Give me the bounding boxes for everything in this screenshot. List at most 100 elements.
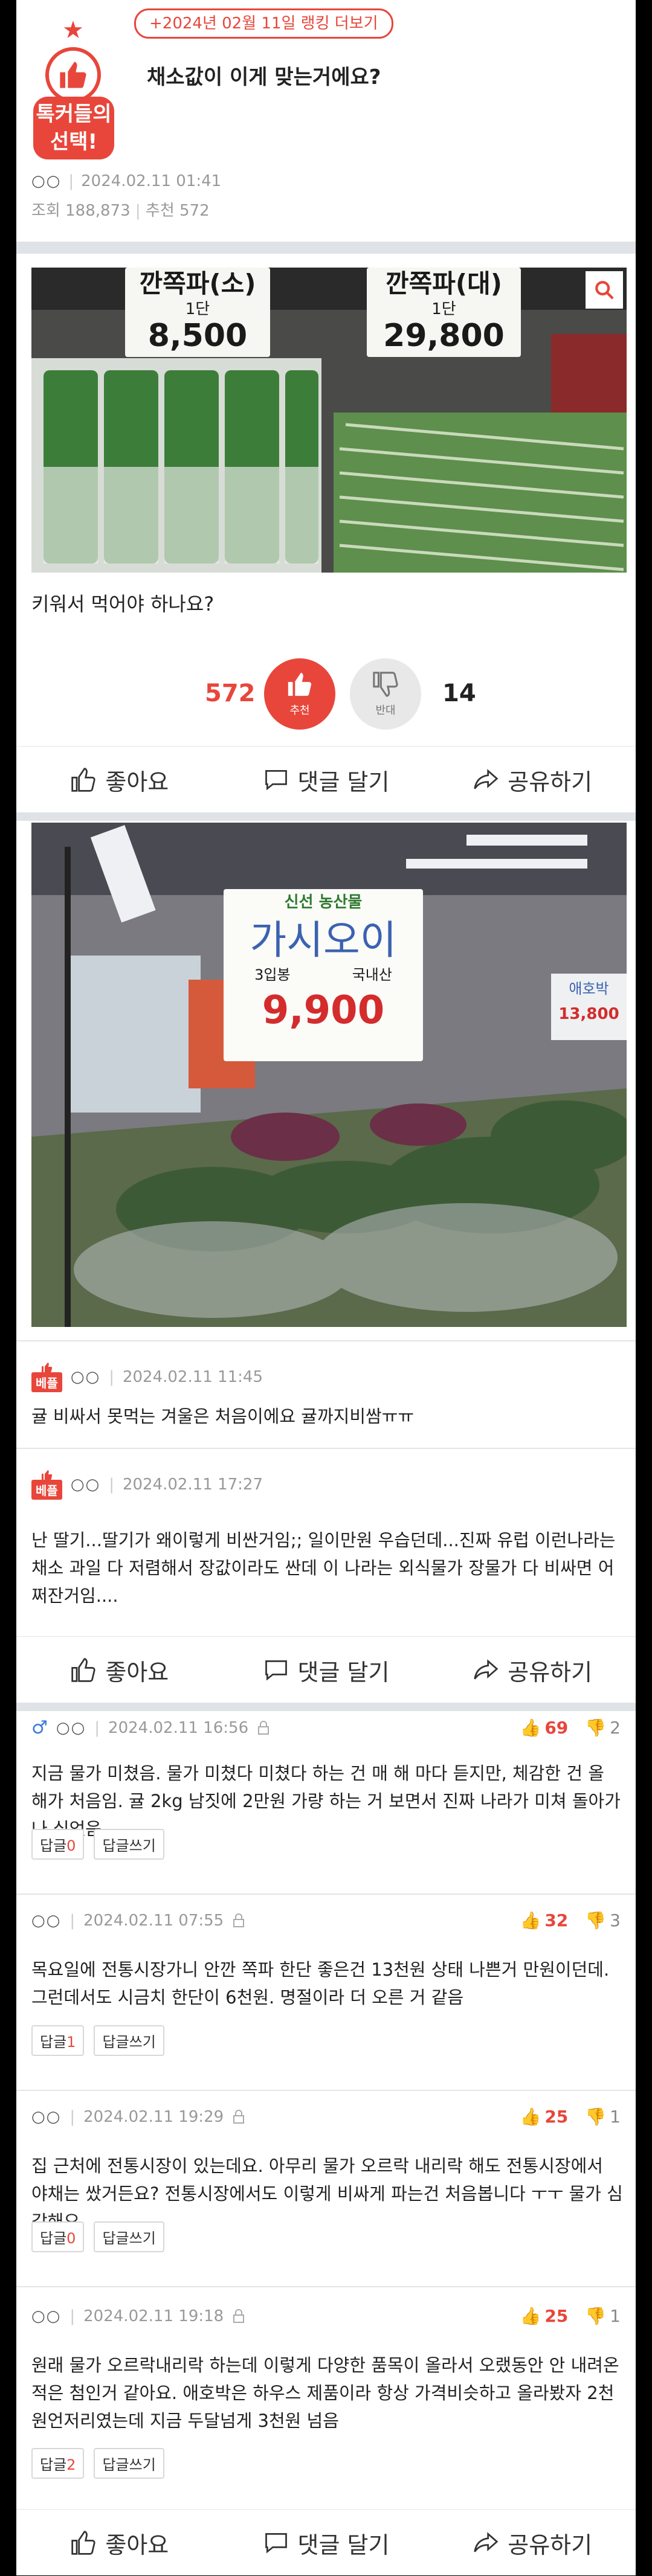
comment-date: 2024.02.11 19:29 (83, 2107, 224, 2126)
lock-icon[interactable] (232, 2109, 245, 2124)
comment-downvote[interactable]: 👎 1 (585, 2306, 621, 2326)
author-nickname[interactable]: ○○ (31, 172, 61, 190)
comment-upvote[interactable]: 👍 25 (520, 2107, 568, 2127)
comment-buttons: 답글1 답글쓰기 (31, 2025, 164, 2056)
action-bar: 좋아요 댓글 달기 공유하기 (16, 746, 636, 813)
comment-text: 원래 물가 오르락내리락 하는데 이렇게 다양한 품목이 올라서 오랬동안 안 … (31, 2355, 619, 2431)
oppose-button[interactable]: 반대 (350, 658, 421, 730)
post-body: 깐쪽파(소) 1단 8,500 깐쪽파(대) 1단 29,800 키워서 먹어야… (16, 254, 636, 812)
comment-button[interactable]: 댓글 달기 (223, 2526, 430, 2560)
comment-nickname[interactable]: ○○ (71, 1476, 100, 1494)
male-icon: ♂ (31, 1717, 48, 1738)
share-button[interactable]: 공유하기 (429, 2526, 636, 2560)
comment-upvote[interactable]: 👍 32 (520, 1910, 568, 1930)
comment-upvote[interactable]: 👍 69 (520, 1718, 568, 1738)
thumbs-up-icon (288, 672, 312, 696)
lock-icon[interactable] (232, 2308, 245, 2324)
write-reply-button[interactable]: 답글쓰기 (94, 2221, 164, 2252)
post-stats: 조회 188,873 | 추천 572 (31, 202, 210, 220)
cucumber-price-sign: 신선 농산물 가시오이 3입봉 국내산 9,900 (224, 889, 423, 1061)
comment-header: ○○ | 2024.02.11 07:55 👍 32 👎 3 (31, 1910, 621, 1930)
share-button[interactable]: 공유하기 (429, 763, 636, 797)
green-onion-photo (31, 268, 627, 573)
thumbs-up-outline-icon (71, 2531, 96, 2555)
thumbs-down-icon (373, 672, 398, 697)
divider (16, 1893, 636, 1895)
reply-count-button[interactable]: 답글0 (31, 1829, 85, 1860)
comment-buttons: 답글0 답글쓰기 (31, 1829, 164, 1860)
like-button[interactable]: 좋아요 (16, 2526, 223, 2560)
best-comments-section: 신선 농산물 가시오이 3입봉 국내산 9,900 애호박 13,800 베플 … (16, 821, 636, 1703)
action-bar: 좋아요 댓글 달기 공유하기 (16, 2509, 636, 2576)
comment-button[interactable]: 댓글 달기 (223, 1654, 430, 1687)
comment-downvote[interactable]: 👎 2 (585, 1718, 621, 1738)
comment-date: 2024.02.11 11:45 (122, 1367, 263, 1386)
comments-section: ♂ ○○ | 2024.02.11 16:56 👍 69 👎 2 지금 물가 미쳤음… (16, 1711, 636, 2575)
star-icon: ★ (62, 16, 84, 44)
thumbs-down-icon: 👎 (585, 2107, 607, 2127)
recommend-count: 572 (205, 679, 256, 707)
comment-date: 2024.02.11 19:18 (83, 2307, 224, 2325)
comment-nickname[interactable]: ○○ (31, 2307, 61, 2325)
page: +2024년 02월 11일 랭킹 더보기 ★ 톡커들의 선택! 채소값이 이게… (16, 0, 636, 2575)
like-button[interactable]: 좋아요 (16, 763, 223, 797)
speech-bubble-icon (265, 1660, 287, 1681)
comment-nickname[interactable]: ○○ (71, 1368, 100, 1386)
thumbs-down-icon: 👎 (585, 1718, 607, 1738)
best-reply-badge: 베플 (31, 1361, 62, 1392)
thumbs-up-icon (42, 1470, 53, 1480)
badge-label: 톡커들의 선택! (33, 97, 114, 159)
post-photo-cucumber[interactable]: 신선 농산물 가시오이 3입봉 국내산 9,900 애호박 13,800 (31, 823, 627, 1327)
talkers-choice-badge: ★ 톡커들의 선택! (28, 18, 119, 163)
comment-nickname[interactable]: ○○ (31, 1912, 61, 1930)
ranking-more-link[interactable]: +2024년 02월 11일 랭킹 더보기 (134, 8, 393, 39)
comment-downvote[interactable]: 👎 3 (585, 1910, 621, 1930)
comment-upvote[interactable]: 👍 25 (520, 2306, 568, 2326)
reply-count-button[interactable]: 답글1 (31, 2025, 85, 2056)
divider (16, 2286, 636, 2287)
best-reply-badge: 베플 (31, 1469, 62, 1500)
comment-button[interactable]: 댓글 달기 (223, 763, 430, 797)
recommend-count-text: 추천 572 (145, 202, 210, 220)
share-arrow-icon (474, 769, 499, 789)
share-arrow-icon (474, 1659, 499, 1680)
zoom-button[interactable] (586, 271, 623, 309)
share-button[interactable]: 공유하기 (429, 1654, 636, 1687)
divider (16, 1448, 636, 1449)
divider (16, 2090, 636, 2091)
comment-nickname[interactable]: ○○ (31, 2108, 61, 2126)
thumbs-up-icon: 👍 (520, 2306, 541, 2326)
divider (16, 812, 636, 821)
thumbs-up-outline-icon (71, 1658, 96, 1682)
post-photo-green-onion[interactable]: 깐쪽파(소) 1단 8,500 깐쪽파(대) 1단 29,800 (31, 268, 627, 573)
thumbs-up-icon: 👍 (520, 1718, 541, 1738)
thumbs-up-icon (42, 1363, 53, 1372)
recommend-button[interactable]: 추천 (264, 658, 335, 730)
side-price-sign: 애호박 13,800 (554, 977, 624, 1037)
best-comment-header: 베플 ○○ | 2024.02.11 17:27 (31, 1469, 263, 1500)
search-icon (595, 281, 614, 300)
post-text: 키워서 먹어야 하나요? (31, 593, 215, 615)
comment-text: 목요일에 전통시장가니 안깐 쪽파 한단 좋은건 13천원 상태 나쁜거 만원이… (31, 1959, 610, 2008)
divider (16, 242, 636, 254)
post-header: +2024년 02월 11일 랭킹 더보기 ★ 톡커들의 선택! 채소값이 이게… (16, 0, 636, 242)
write-reply-button[interactable]: 답글쓰기 (94, 2448, 164, 2479)
thumbs-up-icon (45, 47, 101, 103)
oppose-count: 14 (442, 679, 476, 707)
lock-icon[interactable] (232, 1913, 245, 1928)
comment-downvote[interactable]: 👎 1 (585, 2107, 621, 2127)
write-reply-button[interactable]: 답글쓰기 (94, 1829, 164, 1860)
comment-nickname[interactable]: ○○ (56, 1719, 86, 1737)
comment-header: ○○ | 2024.02.11 19:29 👍 25 👎 1 (31, 2107, 621, 2127)
like-button[interactable]: 좋아요 (16, 1654, 223, 1687)
write-reply-button[interactable]: 답글쓰기 (94, 2025, 164, 2056)
reply-count-button[interactable]: 답글0 (31, 2221, 85, 2252)
comment-buttons: 답글0 답글쓰기 (31, 2221, 164, 2252)
action-bar: 좋아요 댓글 달기 공유하기 (16, 1636, 636, 1703)
lock-icon[interactable] (257, 1720, 270, 1735)
comment-buttons: 답글2 답글쓰기 (31, 2448, 164, 2479)
reply-count-button[interactable]: 답글2 (31, 2448, 85, 2479)
best-comment-text: 난 딸기...딸기가 왜이렇게 비싼거임;; 일이만원 우습던데...진짜 유럽… (31, 1530, 616, 1606)
comment-date: 2024.02.11 16:56 (108, 1718, 249, 1737)
divider (16, 1340, 636, 1341)
